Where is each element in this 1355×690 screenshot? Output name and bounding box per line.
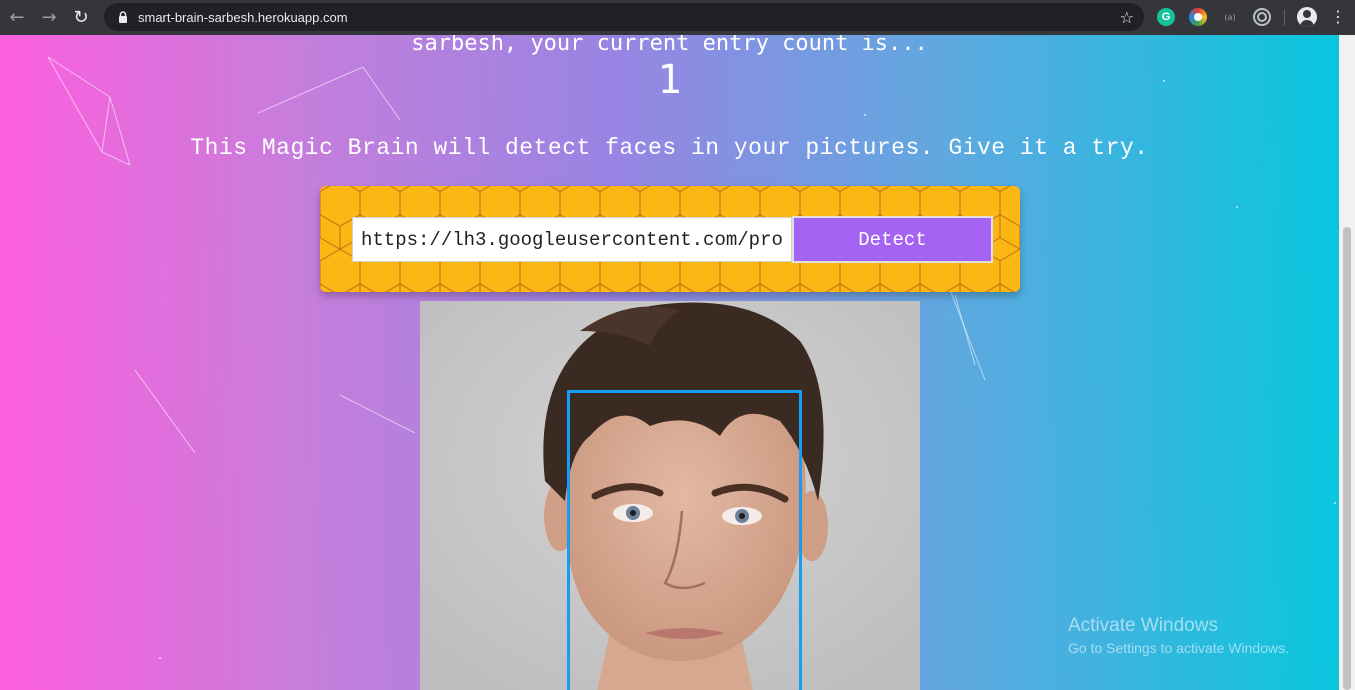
star-icon[interactable]: ☆: [1120, 8, 1134, 27]
scrollbar-thumb[interactable]: [1343, 227, 1351, 690]
face-image: [420, 301, 920, 690]
address-bar[interactable]: smart-brain-sarbesh.herokuapp.com ☆: [104, 3, 1144, 31]
detect-button[interactable]: Detect: [792, 216, 993, 263]
watermark-subtitle: Go to Settings to activate Windows.: [1068, 640, 1289, 656]
forward-button[interactable]: →: [33, 2, 65, 34]
url-text: smart-brain-sarbesh.herokuapp.com: [138, 9, 348, 25]
arrow-right-icon: →: [41, 7, 57, 28]
grammarly-letter: G: [1161, 11, 1171, 23]
arrow-left-icon: ←: [9, 7, 25, 28]
lock-icon: [116, 10, 130, 24]
app-page: sarbesh, your current entry count is... …: [0, 35, 1355, 690]
ext-a-label: (a): [1224, 12, 1236, 22]
grammarly-extension-icon[interactable]: G: [1157, 8, 1175, 26]
entry-count-label: sarbesh, your current entry count is...: [411, 35, 928, 56]
face-bounding-box: [567, 390, 802, 690]
toolbar-divider: [1284, 10, 1285, 26]
watermark-title: Activate Windows: [1068, 615, 1218, 636]
radar-extension-icon[interactable]: [1253, 8, 1271, 26]
browser-toolbar: ← → ↻ smart-brain-sarbesh.herokuapp.com …: [0, 0, 1355, 35]
entry-count-value: 1: [657, 57, 682, 103]
back-button[interactable]: ←: [1, 2, 33, 34]
image-url-input[interactable]: [352, 217, 792, 262]
reload-icon: ↻: [73, 7, 89, 28]
bracket-a-extension-icon[interactable]: (a): [1221, 8, 1239, 26]
page-tagline: This Magic Brain will detect faces in yo…: [190, 135, 1149, 161]
profile-avatar-icon[interactable]: [1297, 7, 1317, 27]
windows-activation-watermark: Activate Windows Go to Settings to activ…: [1068, 615, 1289, 656]
image-url-form: Detect: [320, 186, 1020, 292]
kebab-menu-icon[interactable]: ⋮: [1330, 8, 1346, 26]
page-scrollbar[interactable]: [1339, 35, 1355, 690]
reload-button[interactable]: ↻: [65, 2, 97, 34]
color-extension-icon[interactable]: [1189, 8, 1207, 26]
